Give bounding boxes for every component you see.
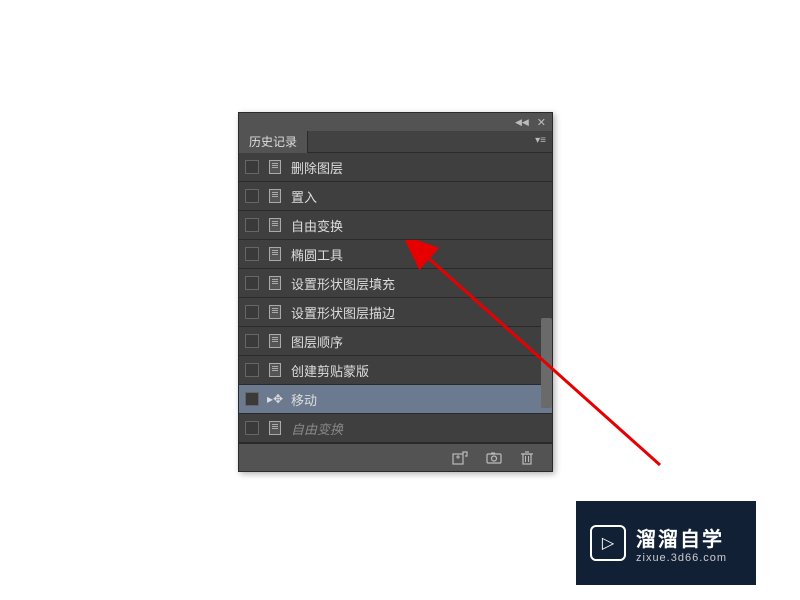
collapse-icon[interactable]: ◀◀ xyxy=(515,117,529,128)
history-row-label: 图层顺序 xyxy=(291,332,552,351)
snapshot-checkbox[interactable] xyxy=(245,305,259,319)
document-icon xyxy=(267,420,283,436)
history-row[interactable]: 椭圆工具 xyxy=(239,240,552,269)
document-icon xyxy=(267,188,283,204)
history-row-label: 自由变换 xyxy=(291,419,552,438)
history-row[interactable]: ▸✥ 移动 xyxy=(239,385,552,414)
document-icon xyxy=(267,246,283,262)
history-row-label: 设置形状图层描边 xyxy=(291,303,552,322)
document-icon xyxy=(267,362,283,378)
history-row-label: 删除图层 xyxy=(291,158,552,177)
watermark-title: 溜溜自学 xyxy=(636,523,727,552)
snapshot-checkbox[interactable] xyxy=(245,189,259,203)
history-row[interactable]: 创建剪贴蒙版 xyxy=(239,356,552,385)
panel-titlebar: ◀◀ ✕ xyxy=(239,113,552,131)
history-row-label: 自由变换 xyxy=(291,216,552,235)
snapshot-checkbox[interactable] xyxy=(245,160,259,174)
watermark-text: 溜溜自学 zixue.3d66.com xyxy=(636,523,727,564)
tab-history[interactable]: 历史记录 xyxy=(239,131,308,153)
snapshot-checkbox[interactable] xyxy=(245,421,259,435)
new-document-from-state-icon[interactable] xyxy=(452,451,468,465)
snapshot-checkbox[interactable] xyxy=(245,392,259,406)
history-row[interactable]: 设置形状图层填充 xyxy=(239,269,552,298)
panel-footer xyxy=(239,443,552,471)
snapshot-checkbox[interactable] xyxy=(245,363,259,377)
history-panel: ◀◀ ✕ 历史记录 ▾≡ 删除图层置入自由变换椭圆工具设置形状图层填充设置形状图… xyxy=(238,112,553,472)
history-row-label: 置入 xyxy=(291,187,552,206)
move-tool-icon: ▸✥ xyxy=(267,391,283,407)
snapshot-checkbox[interactable] xyxy=(245,247,259,261)
history-row-label: 移动 xyxy=(291,390,552,409)
snapshot-checkbox[interactable] xyxy=(245,276,259,290)
history-row-label: 创建剪贴蒙版 xyxy=(291,361,552,380)
tab-bar: 历史记录 ▾≡ xyxy=(239,131,552,153)
history-row[interactable]: 自由变换 xyxy=(239,211,552,240)
watermark-logo-icon: ▷ xyxy=(590,525,626,561)
document-icon xyxy=(267,275,283,291)
watermark-subtitle: zixue.3d66.com xyxy=(636,552,727,564)
snapshot-checkbox[interactable] xyxy=(245,218,259,232)
scrollbar-thumb[interactable] xyxy=(541,318,552,408)
panel-menu-icon[interactable]: ▾≡ xyxy=(535,135,546,146)
watermark: ▷ 溜溜自学 zixue.3d66.com xyxy=(576,501,756,585)
document-icon xyxy=(267,304,283,320)
close-icon[interactable]: ✕ xyxy=(537,116,546,129)
document-icon xyxy=(267,159,283,175)
history-row[interactable]: 置入 xyxy=(239,182,552,211)
history-row-label: 设置形状图层填充 xyxy=(291,274,552,293)
history-list: 删除图层置入自由变换椭圆工具设置形状图层填充设置形状图层描边图层顺序创建剪贴蒙版… xyxy=(239,153,552,443)
history-row[interactable]: 删除图层 xyxy=(239,153,552,182)
history-row[interactable]: 设置形状图层描边 xyxy=(239,298,552,327)
snapshot-checkbox[interactable] xyxy=(245,334,259,348)
snapshot-camera-icon[interactable] xyxy=(486,452,502,464)
document-icon xyxy=(267,333,283,349)
delete-trash-icon[interactable] xyxy=(520,451,534,465)
history-row[interactable]: 图层顺序 xyxy=(239,327,552,356)
history-row-label: 椭圆工具 xyxy=(291,245,552,264)
history-row[interactable]: 自由变换 xyxy=(239,414,552,443)
document-icon xyxy=(267,217,283,233)
